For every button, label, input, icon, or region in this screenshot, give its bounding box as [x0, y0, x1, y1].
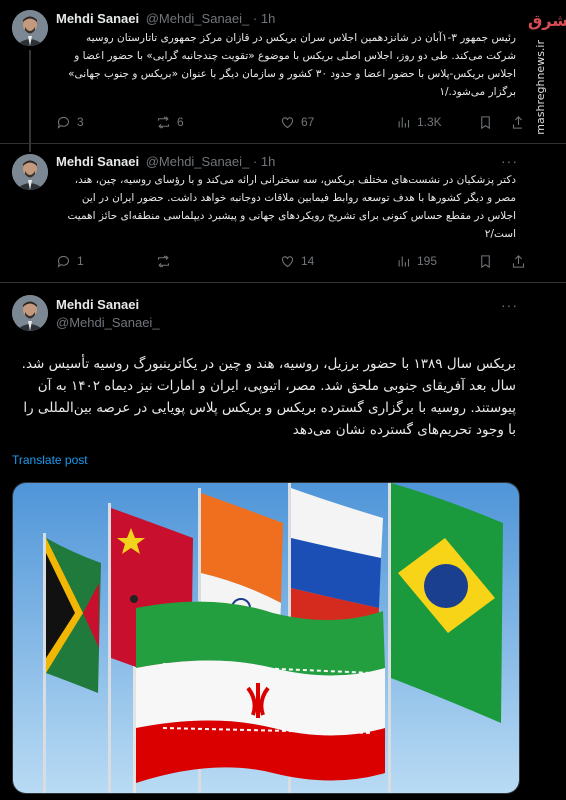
tweet-text: بریکس سال ۱۳۸۹ با حضور برزیل، روسیه، هند… — [21, 356, 516, 438]
thread-line — [29, 144, 31, 152]
author-handle[interactable]: @Mehdi_Sanaei_ — [146, 11, 250, 26]
timestamp[interactable]: 1h — [261, 11, 275, 26]
tweet-image[interactable] — [12, 482, 520, 794]
repost-button[interactable]: 6 — [116, 115, 244, 130]
tweet-text: رئیس جمهور ۳-۱آبان در شانزدهمین اجلاس سر… — [68, 32, 516, 98]
author-name[interactable]: Mehdi Sanaei — [56, 154, 139, 169]
author-name[interactable]: Mehdi Sanaei — [56, 11, 139, 26]
tweet-header: Mehdi Sanaei @Mehdi_Sanaei_ · 1h — [56, 152, 516, 172]
avatar[interactable] — [12, 295, 48, 331]
heart-icon — [281, 116, 294, 128]
like-button[interactable]: 14 — [244, 254, 360, 269]
author-name[interactable]: Mehdi Sanaei — [56, 295, 516, 315]
tweet-actions: 1 14 195 — [56, 251, 526, 271]
tweet-text: دکتر پزشکیان در نشست‌های مختلف بریکس، سه… — [67, 174, 517, 240]
flags-photo — [13, 483, 519, 793]
tweet-header: Mehdi Sanaei @Mehdi_Sanaei_ · 1h — [56, 9, 516, 29]
heart-icon — [281, 255, 294, 267]
site-logo: مشرق — [528, 11, 566, 30]
views-button[interactable]: 1.3K — [360, 115, 476, 130]
translate-post-link[interactable]: Translate post — [12, 453, 88, 467]
more-options-button[interactable]: ··· — [501, 153, 518, 169]
tweet-actions: 3 6 67 1.3K — [56, 112, 526, 132]
timestamp[interactable]: 1h — [261, 154, 275, 169]
site-url: mashreghnews.ir — [534, 40, 547, 135]
reply-icon — [57, 255, 70, 268]
repost-button[interactable] — [116, 254, 244, 269]
views-icon — [398, 256, 410, 266]
author-handle-line[interactable]: @Mehdi_Sanaei_ — [56, 313, 516, 333]
like-count: 67 — [301, 115, 315, 129]
reply-icon — [57, 116, 70, 129]
reply-count: 3 — [77, 115, 84, 129]
views-button[interactable]: 195 — [360, 254, 476, 269]
tweet-3[interactable]: Mehdi Sanaei @Mehdi_Sanaei_ ··· بریکس سا… — [0, 283, 566, 800]
views-count: 195 — [417, 254, 438, 268]
reply-button[interactable]: 1 — [56, 254, 116, 269]
separator: · — [252, 11, 258, 26]
reply-button[interactable]: 3 — [56, 115, 116, 130]
views-icon — [398, 117, 410, 127]
like-count: 14 — [301, 254, 315, 268]
avatar[interactable] — [12, 154, 48, 190]
repost-count: 6 — [177, 115, 184, 129]
site-watermark: مشرق mashreghnews.ir — [522, 0, 566, 140]
tweet-1[interactable]: Mehdi Sanaei @Mehdi_Sanaei_ · 1h رئیس جم… — [0, 0, 566, 150]
share-icon[interactable] — [511, 254, 526, 269]
avatar[interactable] — [12, 10, 48, 46]
repost-icon — [157, 254, 170, 268]
bookmark-icon[interactable] — [478, 254, 493, 269]
bookmark-icon[interactable] — [478, 115, 493, 130]
reply-count: 1 — [77, 254, 84, 268]
author-handle[interactable]: @Mehdi_Sanaei_ — [146, 154, 250, 169]
views-count: 1.3K — [417, 115, 442, 129]
thread-line — [29, 50, 31, 150]
more-options-button[interactable]: ··· — [501, 297, 518, 313]
tweet-2[interactable]: Mehdi Sanaei @Mehdi_Sanaei_ · 1h ··· دکت… — [0, 144, 566, 283]
separator: · — [252, 154, 258, 169]
repost-icon — [157, 115, 170, 129]
like-button[interactable]: 67 — [244, 115, 360, 130]
